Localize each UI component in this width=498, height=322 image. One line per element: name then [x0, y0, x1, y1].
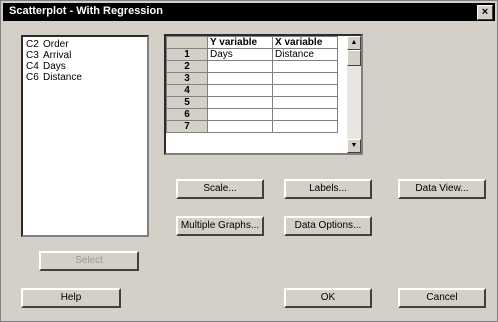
table-row: 3 [166, 72, 338, 85]
y-variable-cell[interactable] [207, 72, 273, 85]
table-row: 4 [166, 84, 338, 97]
y-variable-cell[interactable] [207, 96, 273, 109]
row-number: 5 [166, 96, 208, 109]
row-number: 6 [166, 108, 208, 121]
variable-item[interactable]: C3 Arrival [23, 50, 147, 61]
ok-button[interactable]: OK [284, 288, 372, 308]
variable-name: Distance [43, 72, 82, 83]
variable-name: Order [43, 39, 69, 50]
variable-item[interactable]: C6 Distance [23, 72, 147, 83]
y-variable-cell[interactable] [207, 60, 273, 73]
variable-item[interactable]: C2 Order [23, 39, 147, 50]
x-variable-cell[interactable] [272, 72, 338, 85]
variable-list[interactable]: C2 Order C3 Arrival C4 Days C6 Distance [21, 35, 149, 237]
y-variable-cell[interactable] [207, 108, 273, 121]
table-row: 2 [166, 60, 338, 73]
variable-item[interactable]: C4 Days [23, 61, 147, 72]
variable-name: Days [43, 61, 66, 72]
x-variable-cell[interactable] [272, 108, 338, 121]
cancel-button[interactable]: Cancel [398, 288, 486, 308]
x-variable-cell[interactable] [272, 84, 338, 97]
x-variable-cell[interactable]: Distance [272, 48, 338, 61]
x-variable-cell[interactable] [272, 120, 338, 133]
table-row: 7 [166, 120, 338, 133]
row-number: 4 [166, 84, 208, 97]
graph-variables-grid: Y variable X variable 1 Days Distance 2 … [164, 34, 363, 155]
table-header-row: Y variable X variable [166, 36, 338, 49]
y-variable-cell[interactable] [207, 84, 273, 97]
variables-table: Y variable X variable 1 Days Distance 2 … [166, 36, 338, 133]
table-row: 1 Days Distance [166, 48, 338, 61]
grid-scrollbar[interactable]: ▲ ▼ [347, 36, 361, 153]
row-number: 2 [166, 60, 208, 73]
variable-column: C6 [26, 72, 39, 83]
grid-corner [166, 36, 208, 49]
scroll-thumb[interactable] [347, 50, 361, 66]
row-number: 3 [166, 72, 208, 85]
arrow-down-icon: ▼ [350, 142, 358, 149]
y-variable-header: Y variable [207, 36, 273, 49]
y-variable-cell[interactable] [207, 120, 273, 133]
multiple-graphs-button[interactable]: Multiple Graphs... [176, 216, 264, 236]
table-row: 5 [166, 96, 338, 109]
x-variable-cell[interactable] [272, 96, 338, 109]
title-bar[interactable]: Scatterplot - With Regression × [3, 3, 495, 21]
scroll-up-button[interactable]: ▲ [347, 36, 361, 50]
scale-button[interactable]: Scale... [176, 179, 264, 199]
table-row: 6 [166, 108, 338, 121]
data-view-button[interactable]: Data View... [398, 179, 486, 199]
scroll-down-button[interactable]: ▼ [347, 139, 361, 153]
data-options-button[interactable]: Data Options... [284, 216, 372, 236]
row-number: 1 [166, 48, 208, 61]
arrow-up-icon: ▲ [350, 39, 358, 46]
variable-column: C2 [26, 39, 39, 50]
y-variable-cell[interactable]: Days [207, 48, 273, 61]
close-icon: × [481, 6, 489, 18]
labels-button[interactable]: Labels... [284, 179, 372, 199]
scatterplot-dialog: Scatterplot - With Regression × C2 Order… [0, 0, 498, 322]
row-number: 7 [166, 120, 208, 133]
variable-name: Arrival [43, 50, 72, 61]
window-title: Scatterplot - With Regression [9, 5, 163, 17]
variable-column: C4 [26, 61, 39, 72]
x-variable-header: X variable [272, 36, 338, 49]
x-variable-cell[interactable] [272, 60, 338, 73]
close-button[interactable]: × [477, 5, 493, 20]
help-button[interactable]: Help [21, 288, 121, 308]
select-button[interactable]: Select [39, 251, 139, 271]
variable-column: C3 [26, 50, 39, 61]
